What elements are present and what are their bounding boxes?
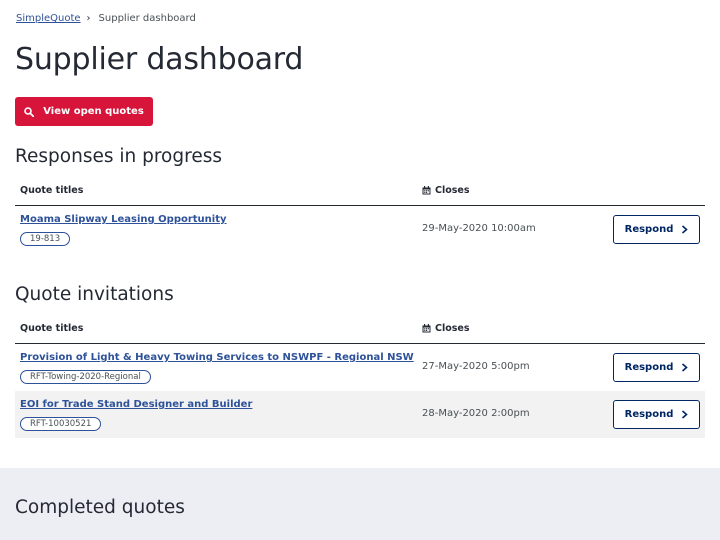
table-row: EOI for Trade Stand Designer and Builder… <box>15 391 705 438</box>
quote-reference-tag: RFT-10030521 <box>20 417 102 431</box>
column-header-closes-label: Closes <box>435 323 470 334</box>
table-header: Quote titles Closes <box>15 176 705 206</box>
respond-button[interactable]: Respond <box>613 400 700 429</box>
search-icon <box>24 106 35 117</box>
column-header-quote-titles: Quote titles <box>20 185 84 196</box>
breadcrumb-current: Supplier dashboard <box>98 13 196 24</box>
view-open-quotes-button[interactable]: View open quotes <box>15 97 153 126</box>
column-header-closes: Closes <box>422 323 470 334</box>
page-title: Supplier dashboard <box>15 42 304 77</box>
chevron-right-icon <box>682 410 689 419</box>
respond-button[interactable]: Respond <box>613 215 700 244</box>
completed-quotes-section: Completed quotes <box>0 468 720 540</box>
quote-title-link[interactable]: EOI for Trade Stand Designer and Builder <box>20 399 252 410</box>
breadcrumb: SimpleQuote › Supplier dashboard <box>16 12 196 26</box>
chevron-right-icon <box>682 225 689 234</box>
table-header: Quote titles Closes <box>15 314 705 344</box>
respond-label: Respond <box>624 224 674 235</box>
quote-invitations-heading: Quote invitations <box>15 284 174 305</box>
table-row: Provision of Light & Heavy Towing Servic… <box>15 344 705 391</box>
respond-label: Respond <box>624 362 674 373</box>
quote-title-link[interactable]: Provision of Light & Heavy Towing Servic… <box>20 352 414 363</box>
closing-date: 29-May-2020 10:00am <box>422 223 536 234</box>
column-header-quote-titles: Quote titles <box>20 323 84 334</box>
column-header-closes-label: Closes <box>435 185 470 196</box>
closing-date: 28-May-2020 2:00pm <box>422 408 530 419</box>
breadcrumb-home-link[interactable]: SimpleQuote <box>16 12 81 26</box>
view-open-quotes-label: View open quotes <box>43 106 144 117</box>
respond-button[interactable]: Respond <box>613 353 700 382</box>
responses-in-progress-heading: Responses in progress <box>15 146 222 167</box>
calendar-icon <box>422 324 431 333</box>
column-header-closes: Closes <box>422 185 470 196</box>
breadcrumb-separator: › <box>86 13 91 24</box>
quote-reference-tag: 19-813 <box>20 232 71 246</box>
quote-title-link[interactable]: Moama Slipway Leasing Opportunity <box>20 214 227 225</box>
completed-quotes-heading: Completed quotes <box>15 497 185 518</box>
chevron-right-icon <box>682 363 689 372</box>
responses-in-progress-table: Quote titles Closes Moama Slipway Leasin… <box>15 176 705 253</box>
closing-date: 27-May-2020 5:00pm <box>422 361 530 372</box>
supplier-dashboard-page: SimpleQuote › Supplier dashboard Supplie… <box>0 0 720 540</box>
table-row: Moama Slipway Leasing Opportunity 19-813… <box>15 206 705 253</box>
quote-reference-tag: RFT-Towing-2020-Regional <box>20 370 151 384</box>
quote-invitations-table: Quote titles Closes Provision of Light &… <box>15 314 705 438</box>
calendar-icon <box>422 186 431 195</box>
respond-label: Respond <box>624 409 674 420</box>
